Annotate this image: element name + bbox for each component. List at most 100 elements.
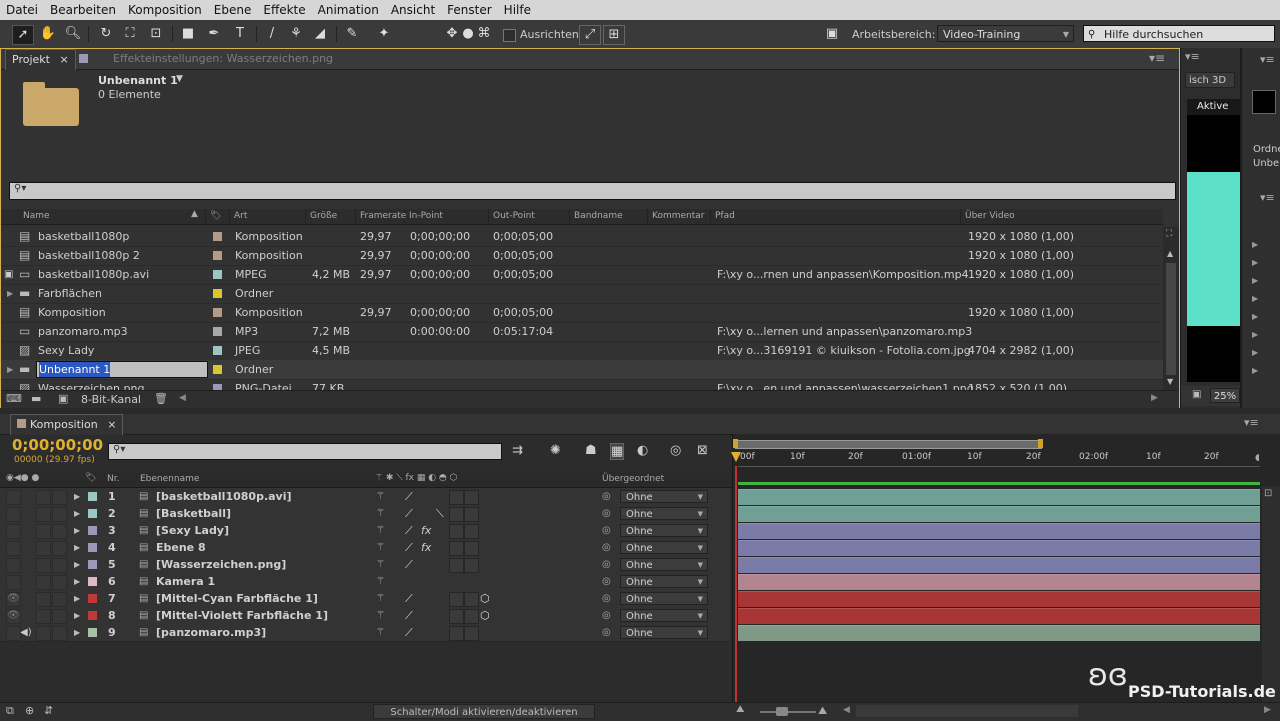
- zoom-slider-thumb[interactable]: [776, 707, 788, 716]
- project-search-input[interactable]: ⚲▾: [9, 182, 1176, 200]
- renderer-label[interactable]: isch 3D: [1185, 72, 1235, 88]
- expand-arrow-icon[interactable]: ▶: [7, 284, 13, 303]
- menu-item-6[interactable]: Ansicht: [385, 0, 441, 20]
- rotate-tool-icon[interactable]: ↻: [96, 25, 116, 43]
- col-name[interactable]: Name: [19, 209, 206, 224]
- menu-item-0[interactable]: Datei: [0, 0, 44, 20]
- label-color-swatch[interactable]: [213, 232, 222, 241]
- layer-duration-bar[interactable]: [738, 625, 1260, 641]
- layer-duration-bar[interactable]: [738, 608, 1260, 624]
- snap-options-icon[interactable]: ⊞: [603, 25, 625, 45]
- layer-duration-bar[interactable]: [738, 540, 1260, 556]
- tab-project[interactable]: Projekt ×: [5, 49, 76, 70]
- expand-arrow-icon[interactable]: ▶: [7, 360, 13, 379]
- trash-icon[interactable]: 🗑︎: [154, 392, 168, 405]
- scroll-right-icon[interactable]: ▶: [1264, 705, 1271, 715]
- text-tool-icon[interactable]: T: [230, 25, 250, 43]
- toggle-duration-icon[interactable]: ⇵: [44, 704, 53, 717]
- align-checkbox[interactable]: [503, 29, 516, 42]
- scroll-left-icon[interactable]: ◀: [179, 393, 186, 403]
- menu-item-2[interactable]: Komposition: [122, 0, 208, 20]
- label-color-swatch[interactable]: [213, 346, 222, 355]
- label-color-swatch[interactable]: [213, 308, 222, 317]
- zoom-tool-icon[interactable]: 🔍︎: [63, 25, 83, 43]
- project-item-row[interactable]: ▶ ▬ Unbenannt 1 Ordner: [1, 360, 1163, 380]
- tab-effects[interactable]: Effekteinstellungen: Wasserzeichen.png: [107, 49, 339, 69]
- scroll-left-icon[interactable]: ◀: [843, 705, 850, 715]
- panel-menu-icon[interactable]: ▾≡: [1185, 50, 1200, 63]
- brush-tool-icon[interactable]: /: [262, 25, 282, 43]
- menu-item-3[interactable]: Ebene: [208, 0, 258, 20]
- menu-item-8[interactable]: Hilfe: [498, 0, 537, 20]
- zoom-dropdown[interactable]: 25%: [1210, 388, 1240, 403]
- label-color-swatch[interactable]: [213, 327, 222, 336]
- sort-up-icon[interactable]: ▲: [191, 209, 198, 219]
- label-color-swatch[interactable]: [213, 365, 222, 374]
- layer-duration-bar[interactable]: [738, 591, 1260, 607]
- menu-item-7[interactable]: Fenster: [441, 0, 498, 20]
- label-color-swatch[interactable]: [213, 251, 222, 260]
- panel-menu-icon[interactable]: ▾≡: [1260, 191, 1275, 204]
- project-scrollbar[interactable]: ⛶ ▲ ▼: [1163, 227, 1179, 392]
- new-composition-icon[interactable]: ▣: [58, 392, 68, 405]
- scroll-right-icon[interactable]: ▶: [1151, 393, 1158, 403]
- playhead-icon[interactable]: [731, 452, 741, 462]
- project-item-row[interactable]: ▨ Sexy Lady JPEG 4,5 MB F:\xy o...3169191 © …: [1, 341, 1163, 361]
- panel-menu-icon[interactable]: ▾≡: [1260, 53, 1275, 66]
- toggle-transfer-icon[interactable]: ⊕: [25, 704, 34, 717]
- zoom-in-icon[interactable]: ⛰: [818, 704, 827, 718]
- bit-depth-button[interactable]: 8-Bit-Kanal: [81, 393, 141, 406]
- menu-item-5[interactable]: Animation: [312, 0, 385, 20]
- view-axis-icon[interactable]: ⌘: [474, 25, 494, 43]
- puppet-pin-tool-icon[interactable]: ✦: [374, 25, 394, 43]
- roto-brush-tool-icon[interactable]: ✎: [342, 25, 362, 43]
- hand-tool-icon[interactable]: ✋: [38, 25, 58, 43]
- pen-tool-icon[interactable]: ✒: [204, 25, 224, 43]
- col-size[interactable]: Größe: [306, 209, 356, 224]
- layer-duration-bar[interactable]: [738, 523, 1260, 539]
- label-color-swatch[interactable]: [213, 270, 222, 279]
- snapshot-icon[interactable]: ▣: [1192, 389, 1201, 400]
- layer-duration-bar[interactable]: [738, 489, 1260, 505]
- layer-duration-bar[interactable]: [738, 557, 1260, 573]
- col-video[interactable]: Über Video: [961, 209, 1163, 224]
- zoom-out-icon[interactable]: ⛰: [736, 704, 744, 715]
- project-item-row[interactable]: ▶ ▬ Farbflächen Ordner: [1, 284, 1163, 304]
- label-color-swatch[interactable]: [213, 289, 222, 298]
- project-item-row[interactable]: ▤ basketball1080p 2 Komposition 29,97 0;00;0…: [1, 246, 1163, 266]
- col-in-point[interactable]: In-Point: [405, 209, 489, 224]
- eraser-tool-icon[interactable]: ◢: [310, 25, 330, 43]
- comp-button-icon[interactable]: ⊡: [1264, 488, 1272, 499]
- label-column-icon[interactable]: 🏷︎: [206, 209, 230, 224]
- zoom-slider-track[interactable]: [760, 711, 816, 713]
- project-item-row[interactable]: ▤ basketball1080p Komposition 29,97 0;00;00;…: [1, 227, 1163, 247]
- scroll-down-icon[interactable]: ▼: [1167, 377, 1173, 386]
- new-folder-icon[interactable]: ▬: [31, 392, 41, 405]
- scroll-thumb[interactable]: [1166, 263, 1176, 375]
- expand-arrows[interactable]: ▶ ▶ ▶ ▶ ▶ ▶ ▶ ▶: [1252, 236, 1258, 380]
- pan-behind-tool-icon[interactable]: ⊡: [146, 25, 166, 43]
- switches-modes-toggle-button[interactable]: Schalter/Modi aktivieren/deaktivieren: [373, 704, 595, 719]
- col-framerate[interactable]: Framerate: [356, 209, 406, 224]
- toggle-panes-icon[interactable]: ⧉: [6, 704, 14, 718]
- current-time-indicator[interactable]: [735, 466, 737, 702]
- flowchart-icon[interactable]: ⛶: [1166, 229, 1172, 239]
- rectangle-tool-icon[interactable]: ■: [178, 25, 198, 43]
- project-item-row[interactable]: ▣ ▭ basketball1080p.avi MPEG 4,2 MB 29,97 0;00…: [1, 265, 1163, 285]
- panel-menu-icon[interactable]: ▾≡: [1149, 51, 1165, 65]
- layer-duration-bar[interactable]: [738, 506, 1260, 522]
- help-search-field[interactable]: ⚲ Hilfe durchsuchen: [1083, 25, 1275, 42]
- col-comment[interactable]: Kommentar: [648, 209, 711, 224]
- chevron-down-icon[interactable]: ▼: [176, 74, 183, 84]
- layer-duration-bar[interactable]: [738, 574, 1260, 590]
- col-out-point[interactable]: Out-Point: [489, 209, 570, 224]
- camera-tool-icon[interactable]: ⛶: [120, 25, 140, 43]
- workspace-dropdown[interactable]: Video-Training ▼: [937, 25, 1074, 42]
- interpret-footage-icon[interactable]: ⌨: [6, 392, 22, 405]
- col-type[interactable]: Art: [230, 209, 306, 224]
- menu-item-1[interactable]: Bearbeiten: [44, 0, 122, 20]
- project-item-row[interactable]: ▭ panzomaro.mp3 MP3 7,2 MB 0:00:00:00 0:05:17…: [1, 322, 1163, 342]
- col-path[interactable]: Pfad: [711, 209, 961, 224]
- project-item-row[interactable]: ▤ Komposition Komposition 29,97 0;00;00;00 0;…: [1, 303, 1163, 323]
- menu-item-4[interactable]: Effekte: [257, 0, 311, 20]
